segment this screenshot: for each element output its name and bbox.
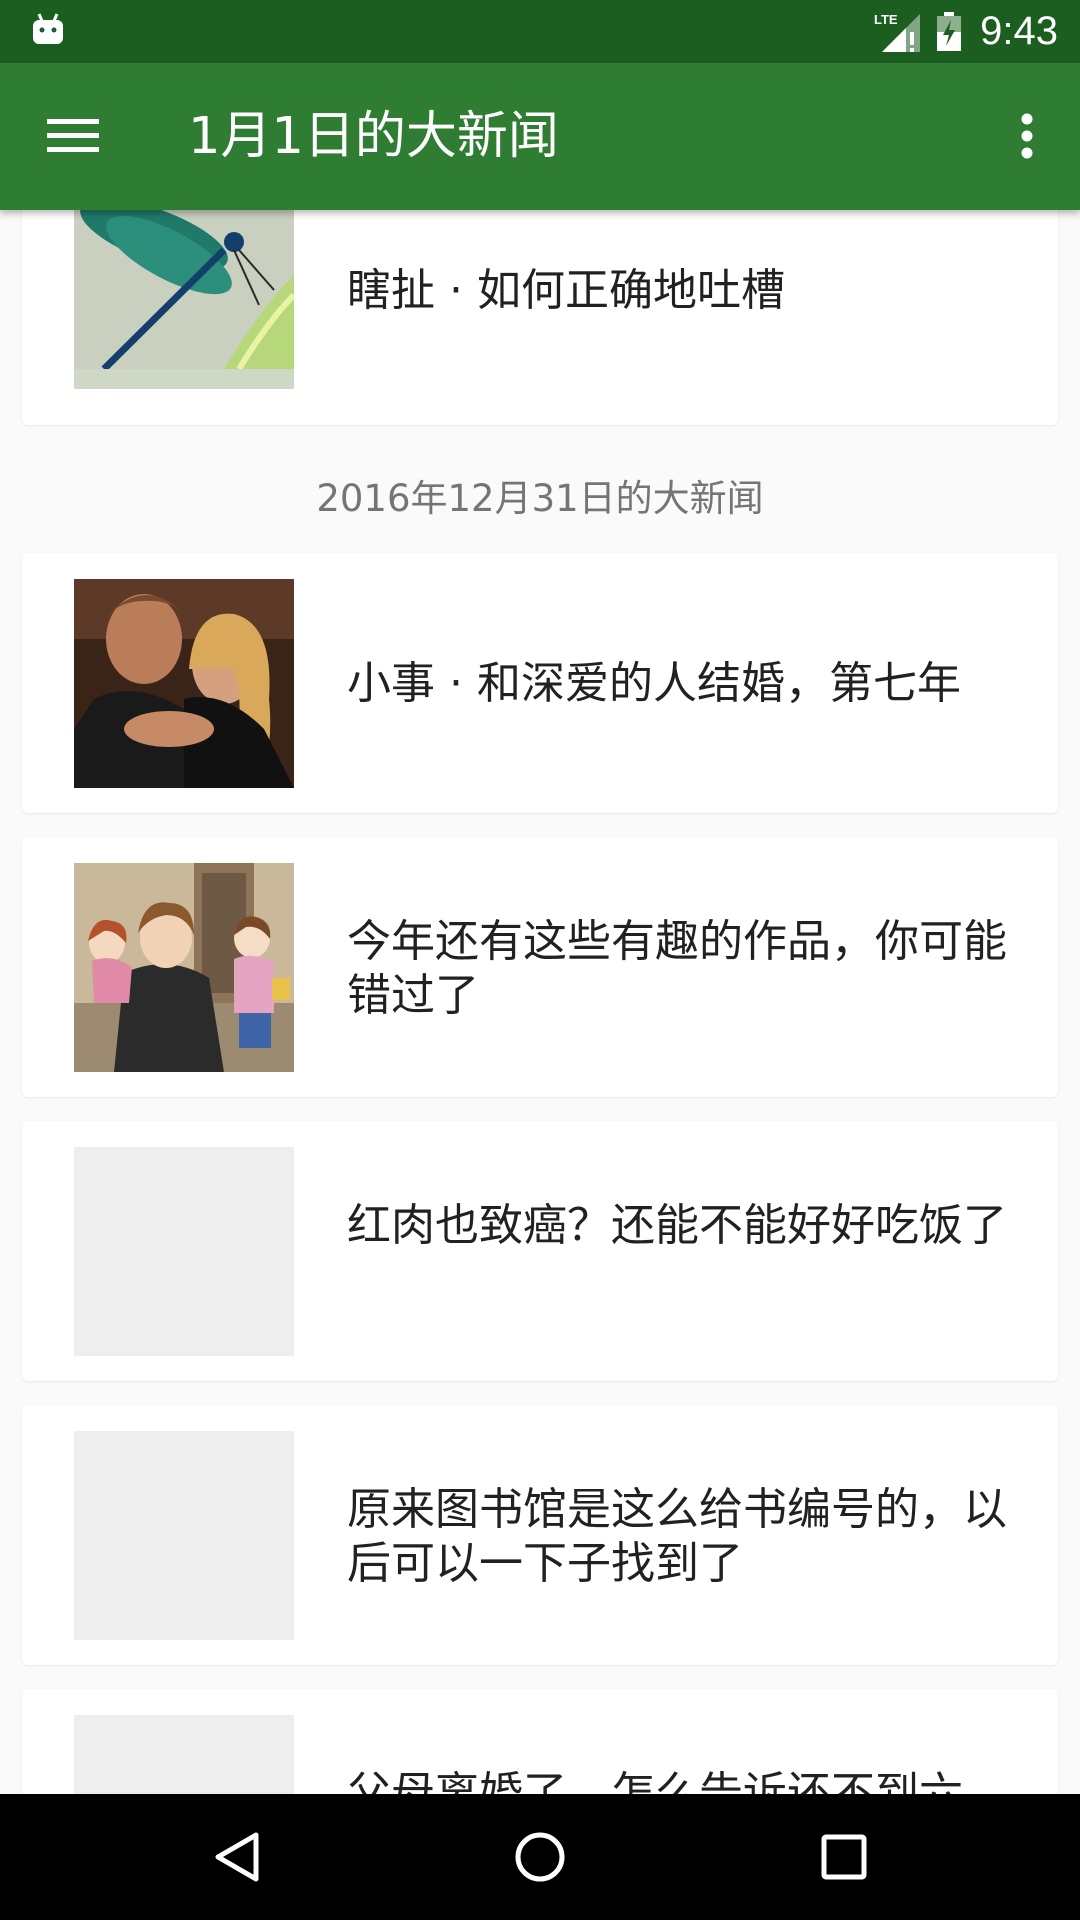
- app-bar: 1月1日的大新闻: [0, 63, 1080, 210]
- recents-icon: [821, 1834, 867, 1880]
- story-title: 今年还有这些有趣的作品，你可能错过了: [347, 916, 1007, 1021]
- story-title: 小事 · 和深爱的人结婚，第七年: [347, 658, 961, 709]
- status-bar: LTE 9:43: [0, 0, 1080, 63]
- story-thumbnail: [74, 579, 294, 788]
- back-button[interactable]: [206, 1827, 266, 1887]
- back-icon: [215, 1832, 259, 1882]
- image-placeholder: [74, 1147, 294, 1356]
- story-thumbnail: [74, 210, 294, 389]
- dragonfly-photo: [74, 210, 294, 372]
- story-card[interactable]: 瞎扯 · 如何正确地吐槽: [22, 210, 1058, 425]
- story-card[interactable]: 父母离婚了，怎么告诉还不到六: [22, 1689, 1058, 1794]
- android-icon: [33, 13, 63, 44]
- status-time: 9:43: [980, 9, 1058, 53]
- recents-button[interactable]: [814, 1827, 874, 1887]
- page-title: 1月1日的大新闻: [188, 107, 559, 166]
- system-navigation-bar: [0, 1794, 1080, 1920]
- more-vert-icon: [1021, 113, 1033, 159]
- story-card[interactable]: 小事 · 和深爱的人结婚，第七年: [22, 553, 1058, 813]
- couple-photo: [74, 579, 294, 788]
- story-title: 瞎扯 · 如何正确地吐槽: [347, 265, 785, 316]
- svg-text:LTE: LTE: [874, 12, 898, 27]
- story-card[interactable]: 今年还有这些有趣的作品，你可能错过了: [22, 837, 1058, 1097]
- story-title: 原来图书馆是这么给书编号的，以后可以一下子找到了: [347, 1484, 1007, 1589]
- image-placeholder: [74, 1715, 294, 1794]
- menu-button[interactable]: [38, 103, 108, 169]
- overflow-menu-button[interactable]: [996, 103, 1058, 169]
- anime-family-illustration: [74, 863, 294, 1072]
- story-card[interactable]: 红肉也致癌？还能不能好好吃饭了: [22, 1121, 1058, 1381]
- menu-icon: [47, 119, 99, 152]
- home-icon: [515, 1832, 565, 1882]
- lte-signal-icon: LTE: [874, 12, 921, 52]
- news-feed[interactable]: 瞎扯 · 如何正确地吐槽 2016年12月31日的大新闻 小事 · 和深爱的人结…: [0, 210, 1080, 1794]
- story-title: 红肉也致癌？还能不能好好吃饭了: [347, 1200, 1007, 1251]
- story-card[interactable]: 原来图书馆是这么给书编号的，以后可以一下子找到了: [22, 1405, 1058, 1665]
- story-thumbnail: [74, 863, 294, 1072]
- image-placeholder: [74, 1431, 294, 1640]
- story-title: 父母离婚了，怎么告诉还不到六: [347, 1768, 963, 1794]
- home-button[interactable]: [510, 1827, 570, 1887]
- section-date-header: 2016年12月31日的大新闻: [316, 477, 764, 520]
- battery-icon: [937, 11, 962, 51]
